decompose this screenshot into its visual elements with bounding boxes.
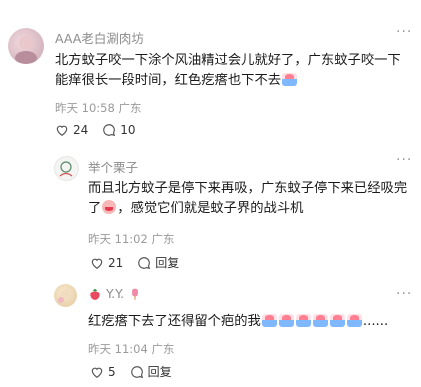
comment-bubble-icon	[138, 256, 151, 269]
comment-text-content: 北方蚊子咬一下涂个风油精过会儿就好了，广东蚊子咬一下能痒很长一段时间，红色疙瘩也…	[55, 53, 401, 88]
more-options-button[interactable]: ···	[396, 152, 412, 168]
comment-text: 而且北方蚊子是停下来再吸，广东蚊子停下来已经吸完了 ，感觉它们就是蚊子界的战斗机	[88, 179, 410, 219]
heart-icon	[56, 125, 68, 136]
reply-label: 回复	[147, 365, 172, 379]
comment-text-ellipsis: ......	[362, 314, 389, 329]
sticker-emoji-row	[261, 314, 363, 329]
username[interactable]: 举个栗子	[88, 157, 138, 176]
heart-icon	[91, 367, 103, 378]
comment-bubble-icon	[103, 124, 116, 137]
avatar-drawing-icon	[59, 161, 73, 177]
like-count: 24	[73, 123, 89, 137]
avatar-photo-icon	[15, 36, 37, 64]
username[interactable]: AAA老白涮肉坊	[55, 28, 144, 47]
heart-icon	[91, 258, 103, 269]
avatar[interactable]	[54, 156, 79, 181]
comment-text-content: 红疙瘩下去了还得留个疤的我	[88, 314, 261, 329]
angry-face-icon	[102, 200, 117, 214]
more-options-button[interactable]: ···	[396, 24, 412, 40]
avatar[interactable]	[8, 28, 44, 64]
action-bar: 5 回复	[90, 363, 172, 380]
sticker-emoji-icon	[261, 314, 277, 327]
username[interactable]: Y.Y.	[106, 286, 124, 301]
more-options-button[interactable]: ···	[396, 286, 412, 302]
like-count: 21	[108, 255, 124, 270]
sticker-emoji-icon	[346, 314, 362, 327]
comment-bubble-icon	[130, 365, 143, 378]
reply-button[interactable]: 10	[102, 123, 136, 137]
avatar[interactable]	[54, 284, 77, 307]
like-count: 5	[108, 364, 116, 379]
sticker-emoji-icon	[312, 314, 328, 327]
sticker-emoji-icon	[329, 314, 345, 327]
action-bar: 24 10	[55, 123, 136, 137]
sticker-emoji-icon	[295, 314, 311, 327]
sticker-emoji-icon	[282, 73, 298, 86]
reply-count: 10	[120, 123, 136, 137]
like-button[interactable]: 21	[90, 256, 123, 270]
reply-label: 回复	[155, 256, 180, 270]
avatar-photo-icon	[58, 289, 71, 303]
reply-button[interactable]: 回复	[130, 363, 172, 380]
action-bar: 21 回复	[90, 254, 179, 271]
username-row: Y.Y.	[88, 286, 142, 301]
reply-button[interactable]: 回复	[137, 254, 179, 271]
like-button[interactable]: 24	[55, 123, 88, 137]
comment-text: 北方蚊子咬一下涂个风油精过会儿就好了，广东蚊子咬一下能痒很长一段时间，红色疙瘩也…	[55, 51, 411, 91]
like-button[interactable]: 5	[90, 365, 116, 379]
timestamp-location: 昨天 11:02 广东	[88, 232, 175, 246]
comment-text: 红疙瘩下去了还得留个疤的我......	[88, 312, 410, 332]
comment-text-part-2: ，感觉它们就是蚊子界的战斗机	[117, 201, 304, 216]
popsicle-icon	[132, 288, 139, 300]
timestamp-location: 昨天 11:04 广东	[88, 342, 175, 356]
timestamp-location: 昨天 10:58 广东	[55, 101, 142, 115]
sticker-emoji-icon	[278, 314, 294, 327]
strawberry-icon	[90, 288, 100, 300]
